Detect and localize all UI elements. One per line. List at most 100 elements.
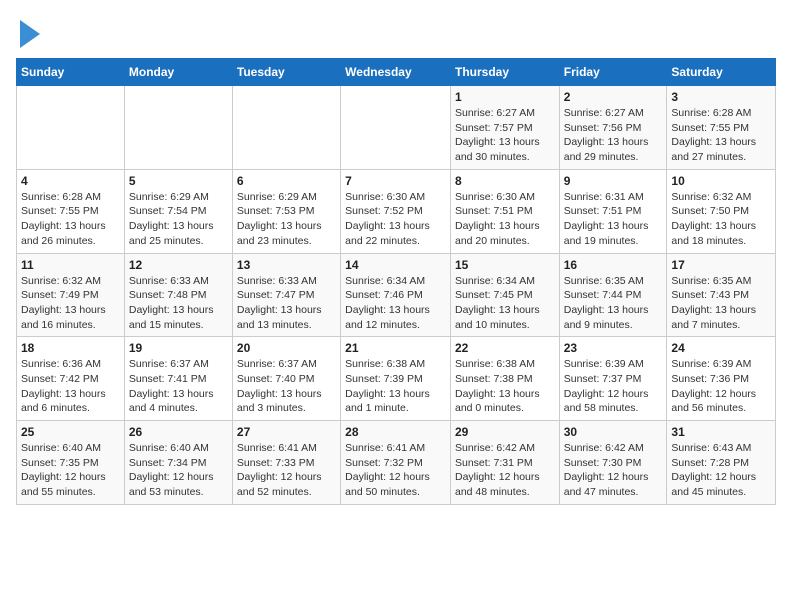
calendar-week-row: 11Sunrise: 6:32 AMSunset: 7:49 PMDayligh… — [17, 253, 776, 337]
day-info: Sunrise: 6:27 AMSunset: 7:57 PMDaylight:… — [455, 106, 555, 165]
day-info: Sunrise: 6:38 AMSunset: 7:39 PMDaylight:… — [345, 357, 446, 416]
calendar-cell: 9 Sunrise: 6:31 AMSunset: 7:51 PMDaylight… — [559, 169, 667, 253]
day-number: 22 — [455, 341, 555, 355]
calendar-cell: 16 Sunrise: 6:35 AMSunset: 7:44 PMDayligh… — [559, 253, 667, 337]
weekday-header-friday: Friday — [559, 59, 667, 86]
calendar-cell — [17, 86, 125, 170]
calendar-cell: 7 Sunrise: 6:30 AMSunset: 7:52 PMDaylight… — [341, 169, 451, 253]
day-number: 5 — [129, 174, 228, 188]
calendar-cell: 5 Sunrise: 6:29 AMSunset: 7:54 PMDaylight… — [124, 169, 232, 253]
day-info: Sunrise: 6:39 AMSunset: 7:37 PMDaylight:… — [564, 357, 663, 416]
calendar-cell: 23 Sunrise: 6:39 AMSunset: 7:37 PMDayligh… — [559, 337, 667, 421]
calendar-cell — [232, 86, 340, 170]
calendar-cell: 15 Sunrise: 6:34 AMSunset: 7:45 PMDayligh… — [450, 253, 559, 337]
calendar-table: SundayMondayTuesdayWednesdayThursdayFrid… — [16, 58, 776, 505]
calendar-cell — [124, 86, 232, 170]
calendar-cell: 26 Sunrise: 6:40 AMSunset: 7:34 PMDayligh… — [124, 421, 232, 505]
calendar-cell: 25 Sunrise: 6:40 AMSunset: 7:35 PMDayligh… — [17, 421, 125, 505]
day-number: 14 — [345, 258, 446, 272]
calendar-cell: 22 Sunrise: 6:38 AMSunset: 7:38 PMDayligh… — [450, 337, 559, 421]
calendar-week-row: 18Sunrise: 6:36 AMSunset: 7:42 PMDayligh… — [17, 337, 776, 421]
day-number: 1 — [455, 90, 555, 104]
day-info: Sunrise: 6:27 AMSunset: 7:56 PMDaylight:… — [564, 106, 663, 165]
day-info: Sunrise: 6:31 AMSunset: 7:51 PMDaylight:… — [564, 190, 663, 249]
calendar-cell: 11Sunrise: 6:32 AMSunset: 7:49 PMDayligh… — [17, 253, 125, 337]
calendar-week-row: 25 Sunrise: 6:40 AMSunset: 7:35 PMDayligh… — [17, 421, 776, 505]
day-number: 7 — [345, 174, 446, 188]
calendar-cell: 31Sunrise: 6:43 AMSunset: 7:28 PMDayligh… — [667, 421, 776, 505]
day-number: 26 — [129, 425, 228, 439]
day-number: 24 — [671, 341, 771, 355]
day-info: Sunrise: 6:38 AMSunset: 7:38 PMDaylight:… — [455, 357, 555, 416]
weekday-header-saturday: Saturday — [667, 59, 776, 86]
calendar-cell: 4 Sunrise: 6:28 AMSunset: 7:55 PMDaylight… — [17, 169, 125, 253]
calendar-week-row: 4 Sunrise: 6:28 AMSunset: 7:55 PMDaylight… — [17, 169, 776, 253]
calendar-cell: 21Sunrise: 6:38 AMSunset: 7:39 PMDayligh… — [341, 337, 451, 421]
day-info: Sunrise: 6:37 AMSunset: 7:41 PMDaylight:… — [129, 357, 228, 416]
calendar-cell: 1 Sunrise: 6:27 AMSunset: 7:57 PMDaylight… — [450, 86, 559, 170]
day-number: 4 — [21, 174, 120, 188]
day-number: 10 — [671, 174, 771, 188]
day-info: Sunrise: 6:40 AMSunset: 7:34 PMDaylight:… — [129, 441, 228, 500]
calendar-cell: 6 Sunrise: 6:29 AMSunset: 7:53 PMDaylight… — [232, 169, 340, 253]
day-number: 13 — [237, 258, 336, 272]
calendar-cell: 3Sunrise: 6:28 AMSunset: 7:55 PMDaylight… — [667, 86, 776, 170]
page-header — [16, 16, 776, 48]
day-info: Sunrise: 6:41 AMSunset: 7:33 PMDaylight:… — [237, 441, 336, 500]
calendar-cell: 13 Sunrise: 6:33 AMSunset: 7:47 PMDayligh… — [232, 253, 340, 337]
calendar-cell: 27Sunrise: 6:41 AMSunset: 7:33 PMDayligh… — [232, 421, 340, 505]
day-number: 30 — [564, 425, 663, 439]
day-info: Sunrise: 6:34 AMSunset: 7:46 PMDaylight:… — [345, 274, 446, 333]
day-number: 15 — [455, 258, 555, 272]
day-info: Sunrise: 6:33 AMSunset: 7:47 PMDaylight:… — [237, 274, 336, 333]
calendar-cell: 29 Sunrise: 6:42 AMSunset: 7:31 PMDayligh… — [450, 421, 559, 505]
calendar-cell — [341, 86, 451, 170]
weekday-header-row: SundayMondayTuesdayWednesdayThursdayFrid… — [17, 59, 776, 86]
day-info: Sunrise: 6:30 AMSunset: 7:52 PMDaylight:… — [345, 190, 446, 249]
day-info: Sunrise: 6:35 AMSunset: 7:43 PMDaylight:… — [671, 274, 771, 333]
calendar-cell: 17 Sunrise: 6:35 AMSunset: 7:43 PMDayligh… — [667, 253, 776, 337]
day-info: Sunrise: 6:33 AMSunset: 7:48 PMDaylight:… — [129, 274, 228, 333]
day-info: Sunrise: 6:43 AMSunset: 7:28 PMDaylight:… — [671, 441, 771, 500]
day-info: Sunrise: 6:29 AMSunset: 7:54 PMDaylight:… — [129, 190, 228, 249]
day-number: 28 — [345, 425, 446, 439]
day-info: Sunrise: 6:35 AMSunset: 7:44 PMDaylight:… — [564, 274, 663, 333]
day-number: 19 — [129, 341, 228, 355]
day-info: Sunrise: 6:34 AMSunset: 7:45 PMDaylight:… — [455, 274, 555, 333]
calendar-cell: 2 Sunrise: 6:27 AMSunset: 7:56 PMDaylight… — [559, 86, 667, 170]
day-number: 3 — [671, 90, 771, 104]
calendar-cell: 10Sunrise: 6:32 AMSunset: 7:50 PMDayligh… — [667, 169, 776, 253]
logo — [16, 16, 40, 48]
day-number: 23 — [564, 341, 663, 355]
day-number: 20 — [237, 341, 336, 355]
day-number: 2 — [564, 90, 663, 104]
calendar-week-row: 1 Sunrise: 6:27 AMSunset: 7:57 PMDaylight… — [17, 86, 776, 170]
day-info: Sunrise: 6:42 AMSunset: 7:31 PMDaylight:… — [455, 441, 555, 500]
day-info: Sunrise: 6:30 AMSunset: 7:51 PMDaylight:… — [455, 190, 555, 249]
weekday-header-wednesday: Wednesday — [341, 59, 451, 86]
calendar-cell: 14 Sunrise: 6:34 AMSunset: 7:46 PMDayligh… — [341, 253, 451, 337]
calendar-cell: 20 Sunrise: 6:37 AMSunset: 7:40 PMDayligh… — [232, 337, 340, 421]
day-number: 25 — [21, 425, 120, 439]
weekday-header-thursday: Thursday — [450, 59, 559, 86]
day-number: 6 — [237, 174, 336, 188]
day-info: Sunrise: 6:39 AMSunset: 7:36 PMDaylight:… — [671, 357, 771, 416]
day-info: Sunrise: 6:28 AMSunset: 7:55 PMDaylight:… — [21, 190, 120, 249]
day-info: Sunrise: 6:29 AMSunset: 7:53 PMDaylight:… — [237, 190, 336, 249]
day-info: Sunrise: 6:41 AMSunset: 7:32 PMDaylight:… — [345, 441, 446, 500]
day-number: 9 — [564, 174, 663, 188]
weekday-header-tuesday: Tuesday — [232, 59, 340, 86]
day-number: 16 — [564, 258, 663, 272]
day-number: 17 — [671, 258, 771, 272]
calendar-cell: 18Sunrise: 6:36 AMSunset: 7:42 PMDayligh… — [17, 337, 125, 421]
day-number: 29 — [455, 425, 555, 439]
weekday-header-sunday: Sunday — [17, 59, 125, 86]
calendar-cell: 8 Sunrise: 6:30 AMSunset: 7:51 PMDaylight… — [450, 169, 559, 253]
day-number: 18 — [21, 341, 120, 355]
weekday-header-monday: Monday — [124, 59, 232, 86]
day-info: Sunrise: 6:40 AMSunset: 7:35 PMDaylight:… — [21, 441, 120, 500]
day-info: Sunrise: 6:32 AMSunset: 7:49 PMDaylight:… — [21, 274, 120, 333]
day-number: 8 — [455, 174, 555, 188]
day-number: 12 — [129, 258, 228, 272]
day-info: Sunrise: 6:37 AMSunset: 7:40 PMDaylight:… — [237, 357, 336, 416]
